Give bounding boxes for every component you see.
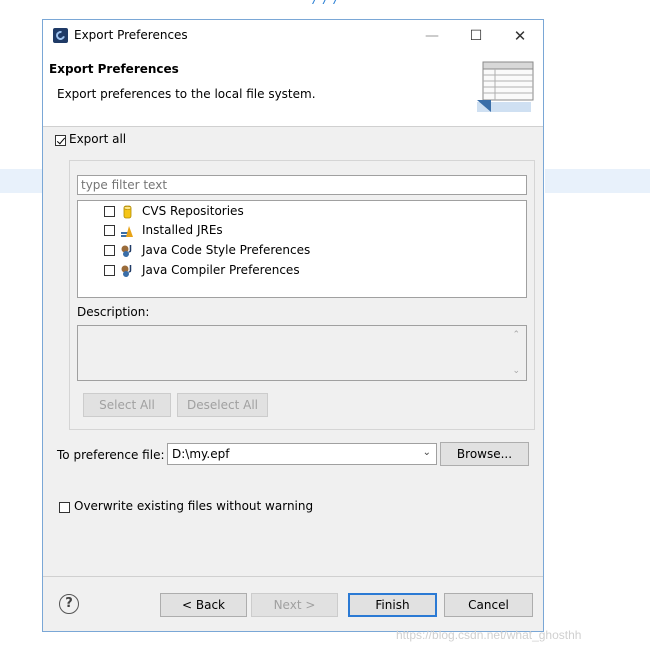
tree-item-label: Java Code Style Preferences (142, 243, 311, 257)
window-title: Export Preferences (74, 28, 188, 42)
filter-input[interactable] (77, 175, 527, 195)
back-button[interactable]: < Back (160, 593, 247, 617)
title-bar[interactable]: Export Preferences — ☐ ✕ (43, 20, 543, 52)
svg-text:J: J (128, 244, 132, 253)
cylinder-icon (123, 205, 132, 219)
tree-item-checkbox[interactable] (104, 265, 115, 276)
export-preferences-dialog: Export Preferences — ☐ ✕ Export Preferen… (42, 19, 544, 632)
tree-item-installed-jres[interactable]: Installed JREs (104, 222, 484, 240)
cancel-button[interactable]: Cancel (444, 593, 533, 617)
scroll-up-arrow[interactable]: ⌃ (512, 330, 520, 340)
description-box: ⌃ ⌄ (77, 325, 527, 381)
export-all-label[interactable]: Export all (69, 132, 126, 146)
preference-file-label: To preference file: (57, 448, 165, 462)
page-title: Export Preferences (49, 62, 179, 76)
svg-text:J: J (128, 264, 132, 273)
finish-button[interactable]: Finish (348, 593, 437, 617)
tree-item-java-compiler[interactable]: J Java Compiler Preferences (104, 262, 484, 280)
watermark: https://blog.csdn.net/what_ghosthh (396, 628, 582, 642)
description-label: Description: (77, 305, 150, 319)
scroll-down-arrow[interactable]: ⌄ (512, 366, 520, 376)
minimize-button[interactable]: — (411, 22, 453, 50)
tree-item-label: Installed JREs (142, 223, 223, 237)
background-band-right (545, 169, 650, 193)
eclipse-app-icon (53, 28, 68, 43)
select-all-button[interactable]: Select All (83, 393, 171, 417)
export-wizard-icon (477, 61, 534, 112)
tree-item-label: CVS Repositories (142, 204, 244, 218)
export-all-checkbox[interactable] (55, 135, 66, 146)
page-description: Export preferences to the local file sys… (57, 87, 316, 101)
preference-file-combo[interactable]: D:\my.epf ⌄ (167, 443, 437, 465)
wizard-header: Export Preferences Export preferences to… (43, 52, 543, 127)
footer-separator (43, 576, 543, 577)
next-button[interactable]: Next > (251, 593, 338, 617)
tree-item-label: Java Compiler Preferences (142, 263, 300, 277)
overwrite-label[interactable]: Overwrite existing files without warning (74, 499, 313, 513)
tree-item-cvs-repositories[interactable]: CVS Repositories (104, 203, 484, 221)
help-icon[interactable]: ? (59, 594, 79, 614)
java-gears-icon: J (121, 264, 132, 277)
close-button[interactable]: ✕ (499, 22, 541, 50)
tree-item-checkbox[interactable] (104, 225, 115, 236)
browse-button[interactable]: Browse... (440, 442, 529, 466)
background-band-left (0, 169, 42, 193)
deselect-all-button[interactable]: Deselect All (177, 393, 268, 417)
java-gears-icon: J (121, 244, 132, 257)
preference-file-value: D:\my.epf (172, 447, 230, 461)
tree-item-checkbox[interactable] (104, 245, 115, 256)
tree-item-java-code-style[interactable]: J Java Code Style Preferences (104, 242, 484, 260)
jre-icon (121, 226, 133, 237)
tree-item-checkbox[interactable] (104, 206, 115, 217)
overwrite-checkbox[interactable] (59, 502, 70, 513)
preferences-tree[interactable]: CVS Repositories Installed JREs J Java C… (77, 200, 527, 298)
chevron-down-icon[interactable]: ⌄ (423, 447, 431, 458)
maximize-button[interactable]: ☐ (455, 22, 497, 50)
background-title-fragment: / / / (313, 0, 339, 7)
